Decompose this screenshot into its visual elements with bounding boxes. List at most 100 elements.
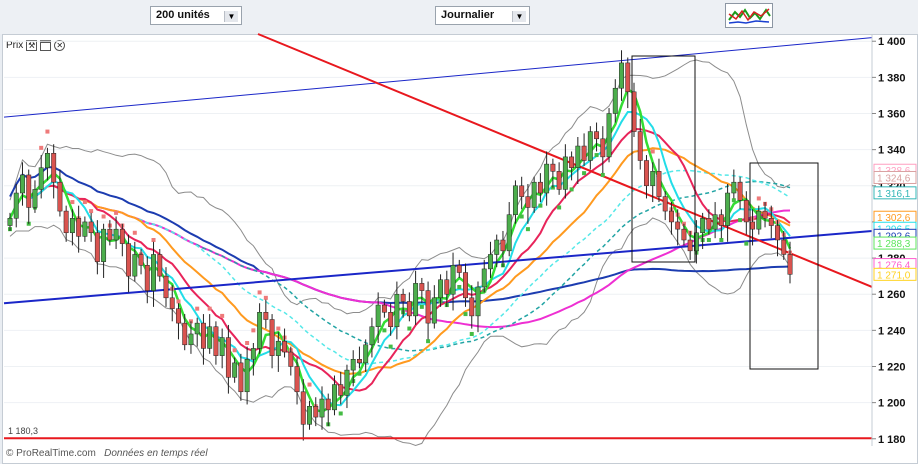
price-label: 1 324,6 — [873, 170, 917, 184]
candle-body — [494, 239, 500, 255]
footer-note: Données en temps réel — [104, 448, 208, 459]
candle-body — [219, 337, 225, 356]
candle — [506, 202, 512, 257]
candle-body — [381, 304, 387, 313]
candle-body — [438, 279, 444, 299]
candle-body — [388, 312, 394, 327]
sar-dot — [232, 348, 237, 353]
candle — [344, 364, 350, 409]
candle-body — [537, 181, 543, 194]
candle — [718, 209, 724, 239]
candle-body — [656, 171, 662, 197]
candle-body — [431, 297, 437, 324]
candle — [263, 299, 269, 329]
candle-body — [119, 228, 125, 244]
candle — [700, 212, 706, 250]
sar-dot — [39, 145, 44, 150]
candle-body — [550, 163, 556, 172]
candle-body — [488, 254, 493, 270]
price-label-text: 1 324,6 — [877, 173, 911, 184]
candle — [356, 346, 362, 369]
candle-body — [737, 181, 743, 201]
sar-dot — [469, 331, 474, 336]
candle — [512, 180, 518, 224]
axis-tick-label: 1 340 — [878, 145, 906, 157]
candle — [119, 223, 125, 257]
sar-dot — [600, 172, 605, 177]
candle-body — [531, 181, 537, 208]
candle-body — [356, 359, 362, 364]
candle-body — [244, 359, 250, 393]
sar-dot — [338, 411, 343, 416]
price-chart[interactable]: 1 180,3 1 4001 3801 3601 3401 3201 3001 … — [0, 0, 918, 464]
sar-dot — [82, 200, 87, 205]
candle-body — [681, 228, 687, 241]
candle-body — [294, 366, 300, 393]
candle-body — [400, 293, 406, 302]
candle-body — [182, 322, 188, 346]
candle — [575, 137, 581, 184]
candle-body — [82, 221, 88, 237]
candle-body — [481, 268, 487, 288]
candle-body — [444, 279, 450, 295]
sar-dot — [719, 238, 724, 242]
candle-body — [20, 174, 25, 194]
candle-body — [500, 239, 506, 252]
candle — [731, 169, 737, 199]
candle-body — [463, 272, 468, 299]
candle-body — [619, 62, 624, 89]
candle — [544, 151, 550, 206]
price-label: 1 316,1 — [873, 186, 917, 200]
candle-body — [594, 131, 600, 140]
candle — [269, 314, 275, 369]
candle-body — [668, 210, 674, 223]
candle — [550, 158, 556, 188]
sar-dot — [731, 198, 736, 203]
candle — [725, 183, 731, 242]
candle — [625, 57, 631, 109]
candle — [775, 220, 780, 257]
sar-dot — [650, 149, 655, 154]
candle-body — [350, 359, 356, 371]
sar-dot — [519, 214, 524, 219]
candle-body — [332, 384, 337, 411]
candle-body — [44, 153, 50, 168]
candle — [101, 223, 107, 278]
candle-body — [225, 337, 231, 378]
candle-body — [76, 218, 82, 237]
candle — [176, 303, 181, 340]
candle-body — [32, 189, 38, 208]
candle-body — [207, 326, 213, 349]
candle-body — [163, 275, 169, 299]
candle — [456, 259, 462, 278]
price-label-text: 1 288,3 — [877, 239, 911, 250]
candle — [213, 321, 219, 365]
candle-body — [625, 62, 631, 93]
candle — [219, 328, 225, 369]
candle — [238, 353, 244, 401]
candle-body — [556, 171, 562, 190]
sar-dot — [101, 214, 106, 219]
sar-dot — [738, 218, 743, 223]
candle-body — [450, 265, 456, 295]
candle-body — [612, 87, 618, 114]
sar-dot — [756, 196, 761, 201]
sar-dot — [263, 295, 268, 300]
candle-body — [151, 254, 156, 291]
candle-body — [731, 181, 737, 194]
axis-tick-label: 1 180 — [878, 434, 906, 446]
axis-tick-label: 1 400 — [878, 36, 906, 48]
candle-body — [575, 145, 581, 168]
candle-body — [768, 218, 774, 226]
candle-body — [675, 221, 681, 230]
candle-body — [257, 312, 263, 349]
candle-body — [263, 312, 269, 320]
candle-body — [413, 283, 419, 317]
candle-body — [313, 405, 319, 418]
candle-body — [506, 214, 512, 252]
candle-body — [637, 131, 643, 161]
candle-body — [338, 384, 344, 396]
sar-dot — [706, 238, 711, 242]
candle — [656, 158, 662, 203]
candle-body — [469, 297, 475, 317]
